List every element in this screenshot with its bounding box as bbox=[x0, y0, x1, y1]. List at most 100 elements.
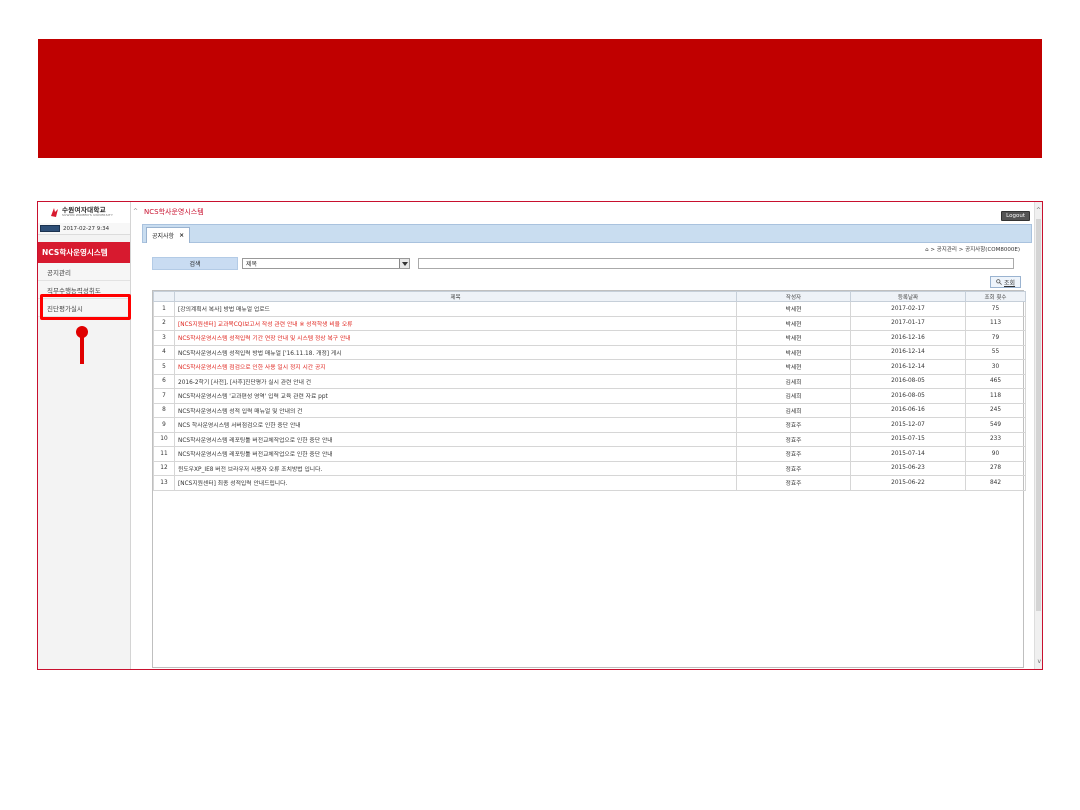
table-row[interactable]: 1 [강의계획서 복사] 방법 매뉴얼 업로드 박세현 2017-02-17 75 bbox=[153, 301, 1026, 317]
table-row[interactable]: 4 NCS학사운영시스템 성적입력 방법 매뉴얼 ['16.11.18. 개정] … bbox=[153, 344, 1026, 360]
scroll-down-icon[interactable]: v bbox=[1037, 658, 1041, 665]
row-author: 박세현 bbox=[736, 301, 851, 317]
scrollbar-thumb[interactable] bbox=[1036, 219, 1041, 611]
table-row[interactable]: 6 2016-2학기 [사전], [사후]진단평가 실시 관련 안내 건 김세희 20… bbox=[153, 373, 1026, 389]
table-row[interactable]: 9 NCS 학사운영시스템 서버점검으로 인한 중단 안내 정효주 2015-12-0… bbox=[153, 417, 1026, 433]
row-number: 13 bbox=[153, 475, 175, 491]
row-title[interactable]: NCS학사운영시스템 성적입력 방법 매뉴얼 ['16.11.18. 개정] 게… bbox=[174, 344, 737, 360]
row-views: 549 bbox=[965, 417, 1026, 433]
app-header: NCS학사운영시스템 bbox=[132, 202, 1032, 221]
row-views: 113 bbox=[965, 315, 1026, 331]
tab-label: 공지사항 bbox=[152, 233, 175, 240]
table-row[interactable]: 11 NCS학사운영시스템 레포팅툴 버전교체작업으로 인한 중단 안내 정효주 20… bbox=[153, 446, 1026, 462]
row-date: 2016-12-16 bbox=[850, 330, 966, 346]
page-scrollbar[interactable]: ^ v bbox=[1034, 202, 1042, 669]
row-date: 2017-01-17 bbox=[850, 315, 966, 331]
main-area: NCS학사운영시스템 Logout ^ v 공지사항 × ⌂ > 공지관리 > … bbox=[132, 202, 1042, 669]
row-number: 4 bbox=[153, 344, 175, 360]
app-screenshot: 수원여자대학교 SUWON WOMEN'S UNIVERSITY 2017-02… bbox=[37, 201, 1043, 670]
row-views: 245 bbox=[965, 402, 1026, 418]
row-number: 3 bbox=[153, 330, 175, 346]
row-title[interactable]: NCS학사운영시스템 점검으로 인한 사용 일시 정지 시간 공지 bbox=[174, 359, 737, 375]
column-header-views[interactable]: 조회 횟수 bbox=[965, 291, 1026, 302]
table-header-row: 제목 작성자 등록날짜 조회 횟수 bbox=[153, 291, 1026, 302]
row-number: 11 bbox=[153, 446, 175, 462]
row-author: 박세현 bbox=[736, 359, 851, 375]
row-number: 6 bbox=[153, 373, 175, 389]
logo-english-name: SUWON WOMEN'S UNIVERSITY bbox=[62, 213, 113, 218]
row-number: 7 bbox=[153, 388, 175, 404]
search-input[interactable] bbox=[418, 258, 1014, 269]
row-author: 김세희 bbox=[736, 373, 851, 389]
column-header-date[interactable]: 등록날짜 bbox=[850, 291, 966, 302]
row-title[interactable]: NCS학사운영시스템 성적 입력 매뉴얼 및 안내의 건 bbox=[174, 402, 737, 418]
row-title[interactable]: NCS학사운영시스템 '교과편성 영역' 입력 교육 관련 자료 ppt bbox=[174, 388, 737, 404]
row-date: 2016-08-05 bbox=[850, 373, 966, 389]
close-icon[interactable]: × bbox=[179, 232, 184, 239]
row-views: 118 bbox=[965, 388, 1026, 404]
table-row[interactable]: 12 윈도우XP_IE8 버전 브라우저 사용자 오류 조치방법 입니다. 정효주 2… bbox=[153, 460, 1026, 476]
row-title[interactable]: NCS학사운영시스템 레포팅툴 버전교체작업으로 인한 중단 안내 bbox=[174, 431, 737, 447]
table-row[interactable]: 2 [NCS지원센터] 교과목CQI보고서 작성 관련 안내 ※ 성적학생 비율 … bbox=[153, 315, 1026, 331]
column-header-author[interactable]: 작성자 bbox=[736, 291, 851, 302]
row-title[interactable]: [NCS지원센터] 교과목CQI보고서 작성 관련 안내 ※ 성적학생 비율 오… bbox=[174, 315, 737, 331]
row-author: 정효주 bbox=[736, 417, 851, 433]
row-date: 2015-06-23 bbox=[850, 460, 966, 476]
row-author: 정효주 bbox=[736, 475, 851, 491]
scroll-up-icon[interactable]: ^ bbox=[1036, 207, 1041, 214]
row-views: 79 bbox=[965, 330, 1026, 346]
sidebar-item-notice-management[interactable]: 공지관리 bbox=[38, 263, 130, 281]
university-emblem-icon bbox=[51, 208, 58, 217]
row-author: 박세현 bbox=[736, 315, 851, 331]
tab-bar: 공지사항 × bbox=[142, 224, 1032, 243]
row-date: 2015-06-22 bbox=[850, 475, 966, 491]
query-button[interactable]: 조회 bbox=[990, 276, 1022, 288]
system-title: NCS학사운영시스템 bbox=[38, 242, 130, 263]
row-views: 75 bbox=[965, 301, 1026, 317]
row-number: 12 bbox=[153, 460, 175, 476]
table-row[interactable]: 5 NCS학사운영시스템 점검으로 인한 사용 일시 정지 시간 공지 박세현 201… bbox=[153, 359, 1026, 375]
tab-notice[interactable]: 공지사항 × bbox=[146, 227, 191, 243]
row-title[interactable]: NCS 학사운영시스템 서버점검으로 인한 중단 안내 bbox=[174, 417, 737, 433]
row-title[interactable]: 2016-2학기 [사전], [사후]진단평가 실시 관련 안내 건 bbox=[174, 373, 737, 389]
row-views: 842 bbox=[965, 475, 1026, 491]
login-datetime: 2017-02-27 9:34 bbox=[63, 225, 110, 232]
user-chip[interactable] bbox=[40, 225, 60, 232]
row-title[interactable]: NCS학사운영시스템 성적입력 기간 연장 안내 및 시스템 정상 복구 안내 bbox=[174, 330, 737, 346]
row-title[interactable]: [강의계획서 복사] 방법 매뉴얼 업로드 bbox=[174, 301, 737, 317]
row-title[interactable]: [NCS지원센터] 최종 성적입력 안내드립니다. bbox=[174, 475, 737, 491]
row-title[interactable]: NCS학사운영시스템 레포팅툴 버전교체작업으로 인한 중단 안내 bbox=[174, 446, 737, 462]
breadcrumb: ⌂ > 공지관리 > 공지사항(COM8000E) bbox=[925, 247, 1020, 253]
row-author: 박세현 bbox=[736, 344, 851, 360]
row-date: 2016-08-05 bbox=[850, 388, 966, 404]
row-date: 2015-12-07 bbox=[850, 417, 966, 433]
highlight-box bbox=[40, 294, 131, 320]
column-header-title[interactable]: 제목 bbox=[174, 291, 737, 302]
notice-grid: 제목 작성자 등록날짜 조회 횟수 1 [강의계획서 복사] 방법 매뉴얼 업로드… bbox=[152, 290, 1026, 668]
row-date: 2015-07-15 bbox=[850, 431, 966, 447]
table-row[interactable]: 10 NCS학사운영시스템 레포팅툴 버전교체작업으로 인한 중단 안내 정효주 20… bbox=[153, 431, 1026, 447]
row-author: 정효주 bbox=[736, 431, 851, 447]
table-row[interactable]: 8 NCS학사운영시스템 성적 입력 매뉴얼 및 안내의 건 김세희 2016-06-… bbox=[153, 402, 1026, 418]
row-date: 2016-12-14 bbox=[850, 344, 966, 360]
user-date-bar: 2017-02-27 9:34 bbox=[38, 223, 130, 235]
logout-button[interactable]: Logout bbox=[1001, 211, 1030, 221]
chevron-down-icon[interactable] bbox=[399, 259, 409, 268]
row-views: 278 bbox=[965, 460, 1026, 476]
row-author: 김세희 bbox=[736, 388, 851, 404]
pointer-pin-stem bbox=[80, 335, 84, 364]
app-name: NCS학사운영시스템 bbox=[144, 207, 204, 216]
row-date: 2016-06-16 bbox=[850, 402, 966, 418]
title-banner bbox=[38, 39, 1042, 158]
table-row[interactable]: 3 NCS학사운영시스템 성적입력 기간 연장 안내 및 시스템 정상 복구 안내… bbox=[153, 330, 1026, 346]
search-bar: 검색 제목 bbox=[152, 257, 1014, 270]
table-row[interactable]: 13 [NCS지원센터] 최종 성적입력 안내드립니다. 정효주 2015-06-22… bbox=[153, 475, 1026, 491]
table-row[interactable]: 7 NCS학사운영시스템 '교과편성 영역' 입력 교육 관련 자료 ppt 김세희… bbox=[153, 388, 1026, 404]
search-field-select[interactable]: 제목 bbox=[242, 258, 410, 269]
row-date: 2016-12-14 bbox=[850, 359, 966, 375]
row-views: 30 bbox=[965, 359, 1026, 375]
row-author: 정효주 bbox=[736, 446, 851, 462]
row-author: 정효주 bbox=[736, 460, 851, 476]
university-logo: 수원여자대학교 SUWON WOMEN'S UNIVERSITY bbox=[38, 202, 130, 223]
row-title[interactable]: 윈도우XP_IE8 버전 브라우저 사용자 오류 조치방법 입니다. bbox=[174, 460, 737, 476]
